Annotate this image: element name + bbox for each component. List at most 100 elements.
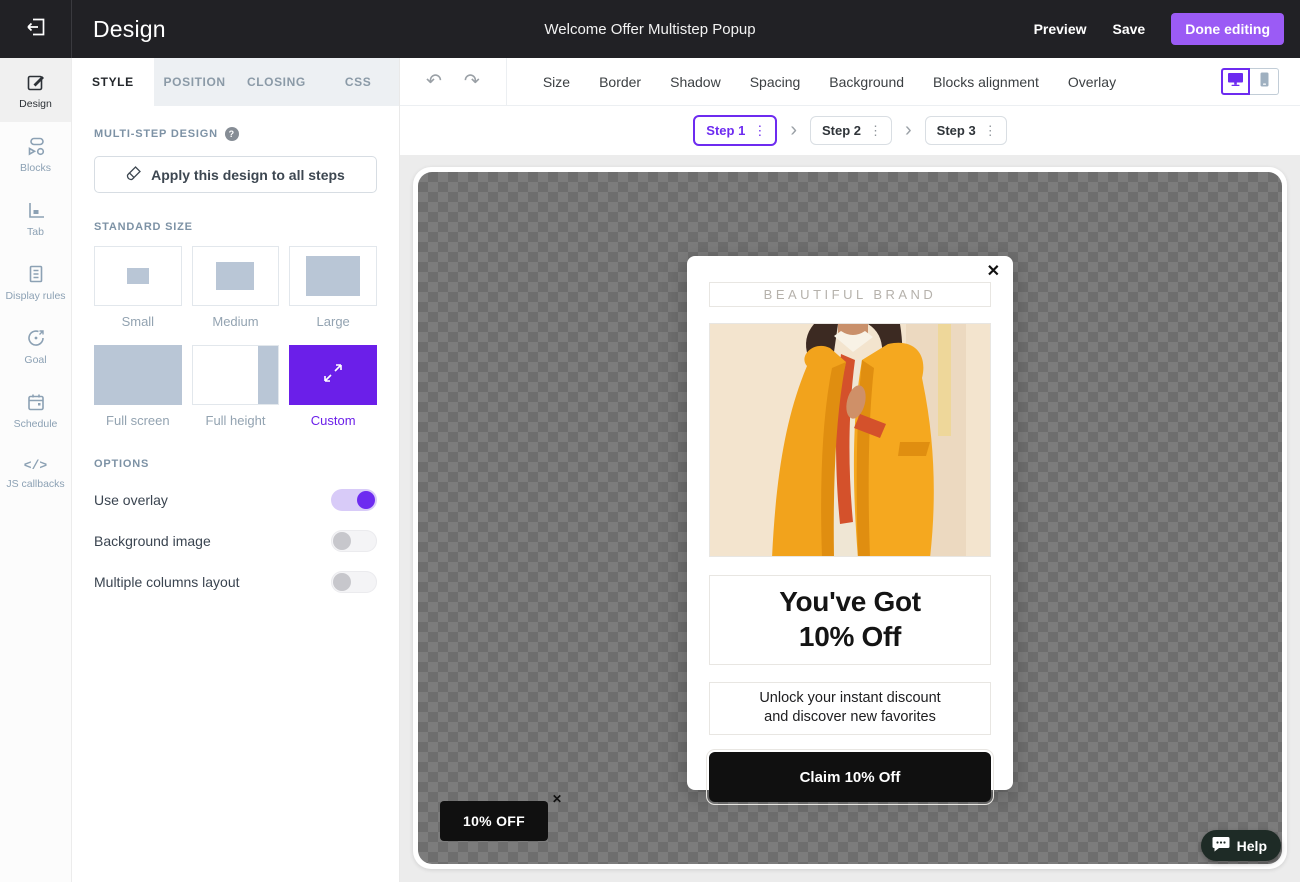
- tab-closing[interactable]: CLOSING: [236, 58, 318, 106]
- model-photo: [710, 324, 990, 556]
- design-settings-panel: STYLE POSITION CLOSING CSS MULTI-STEP DE…: [72, 58, 400, 882]
- sidebar-item-blocks[interactable]: Blocks: [0, 122, 71, 186]
- size-option-label: Full screen: [106, 413, 170, 428]
- sidebar-item-label: Blocks: [20, 161, 51, 174]
- multi-step-design-heading: MULTI-STEP DESIGN ?: [94, 127, 377, 141]
- size-thumbnail: [216, 262, 255, 290]
- sidebar-item-label: Display rules: [5, 289, 66, 302]
- sidebar-item-js-callbacks[interactable]: </> JS callbacks: [0, 442, 71, 506]
- chevron-right-icon: ›: [790, 118, 797, 141]
- menu-item-spacing[interactable]: Spacing: [750, 74, 801, 90]
- sidebar-item-tab[interactable]: Tab: [0, 186, 71, 250]
- code-icon: </>: [23, 458, 48, 473]
- apply-design-label: Apply this design to all steps: [151, 166, 345, 183]
- size-option-label: Small: [121, 314, 155, 329]
- toggle-label: Use overlay: [94, 492, 168, 508]
- menu-item-size[interactable]: Size: [543, 74, 570, 90]
- heading-line: You've Got: [779, 586, 921, 617]
- toolbar-divider: [505, 57, 507, 106]
- step-1-button[interactable]: Step 1 ⋮: [693, 115, 778, 146]
- popup-close-icon[interactable]: ✕: [987, 264, 1000, 280]
- step-3-button[interactable]: Step 3 ⋮: [924, 116, 1007, 145]
- sidebar-item-goal[interactable]: Goal: [0, 314, 71, 378]
- help-button[interactable]: Help: [1200, 830, 1281, 861]
- mobile-icon: [1260, 72, 1269, 92]
- step-label: Step 2: [821, 123, 861, 138]
- sidebar-item-design[interactable]: Design: [0, 58, 71, 122]
- toggle-label: Background image: [94, 533, 211, 549]
- popup-subtext-block[interactable]: Unlock your instant discount and discove…: [709, 682, 991, 735]
- toggle-knob: [333, 573, 351, 591]
- size-option-fullscreen[interactable]: Full screen: [94, 345, 182, 428]
- menu-item-background[interactable]: Background: [829, 74, 904, 90]
- size-thumbnail: [94, 345, 182, 405]
- menu-item-shadow[interactable]: Shadow: [670, 74, 721, 90]
- sidebar-item-label: JS callbacks: [6, 478, 65, 490]
- size-option-large[interactable]: Large: [289, 246, 377, 329]
- step-menu-icon[interactable]: ⋮: [984, 124, 997, 137]
- size-thumbnail: [306, 256, 361, 296]
- goal-icon: [25, 327, 47, 349]
- size-thumbnail: [191, 345, 280, 405]
- device-preview-toggle: [1221, 68, 1279, 95]
- popup-image-block[interactable]: [709, 323, 991, 557]
- undo-icon[interactable]: ↶: [426, 72, 442, 91]
- option-row-multiple-columns: Multiple columns layout: [94, 571, 377, 593]
- minimized-tab-widget: 10% OFF ✕: [440, 793, 562, 841]
- help-tooltip-icon[interactable]: ?: [224, 127, 239, 141]
- save-button[interactable]: Save: [1113, 21, 1146, 37]
- brush-icon: [126, 165, 142, 184]
- options-heading: OPTIONS: [94, 458, 377, 470]
- step-2-button[interactable]: Step 2 ⋮: [809, 116, 892, 145]
- multiple-columns-toggle[interactable]: [331, 571, 377, 593]
- exit-editor-button[interactable]: [0, 0, 72, 58]
- mobile-view-button[interactable]: [1250, 68, 1279, 95]
- size-option-label: Full height: [205, 413, 266, 428]
- apply-design-button[interactable]: Apply this design to all steps: [94, 156, 377, 193]
- preview-stage: ✕ BEAUTIFUL BRAND You've Got 10% Off Unl…: [400, 155, 1300, 882]
- design-icon: [25, 71, 47, 93]
- section-heading-text: STANDARD SIZE: [94, 221, 193, 233]
- redo-icon[interactable]: ↷: [464, 72, 480, 91]
- background-image-toggle[interactable]: [331, 530, 377, 552]
- standard-size-heading: STANDARD SIZE: [94, 221, 377, 233]
- size-option-custom[interactable]: Custom: [289, 345, 377, 428]
- size-option-label: Large: [316, 314, 350, 329]
- use-overlay-toggle[interactable]: [331, 489, 377, 511]
- display-rules-icon: [25, 263, 47, 285]
- step-menu-icon[interactable]: ⋮: [869, 124, 882, 137]
- desktop-view-button[interactable]: [1221, 68, 1250, 95]
- panel-tab-bar: STYLE POSITION CLOSING CSS: [72, 58, 399, 106]
- section-heading-text: MULTI-STEP DESIGN: [94, 128, 218, 140]
- sidebar-item-display-rules[interactable]: Display rules: [0, 250, 71, 314]
- sidebar-item-label: Goal: [24, 353, 47, 366]
- popup-preview[interactable]: ✕ BEAUTIFUL BRAND You've Got 10% Off Unl…: [687, 256, 1013, 805]
- size-option-fullheight[interactable]: Full height: [191, 345, 280, 428]
- size-option-small[interactable]: Small: [94, 246, 182, 329]
- chevron-right-icon: ›: [905, 118, 912, 141]
- menu-item-overlay[interactable]: Overlay: [1068, 74, 1116, 90]
- popup-heading-block[interactable]: You've Got 10% Off: [709, 575, 991, 665]
- preview-button[interactable]: Preview: [1034, 21, 1087, 37]
- step-menu-icon[interactable]: ⋮: [753, 124, 766, 137]
- menu-item-border[interactable]: Border: [599, 74, 641, 90]
- menu-item-blocks-alignment[interactable]: Blocks alignment: [933, 74, 1039, 90]
- minimized-tab-close-icon[interactable]: ✕: [552, 793, 562, 805]
- brand-text-block[interactable]: BEAUTIFUL BRAND: [709, 282, 991, 307]
- popup-cta-button[interactable]: Claim 10% Off: [706, 749, 994, 805]
- tab-css[interactable]: CSS: [317, 58, 399, 106]
- chat-icon: [1212, 836, 1230, 855]
- help-label: Help: [1236, 837, 1267, 854]
- steps-navigation: Step 1 ⋮ › Step 2 ⋮ › Step 3 ⋮: [400, 106, 1300, 155]
- tab-style[interactable]: STYLE: [72, 58, 154, 106]
- resize-arrows-icon: [320, 360, 346, 391]
- done-editing-button[interactable]: Done editing: [1171, 13, 1284, 45]
- tab-position[interactable]: POSITION: [154, 58, 236, 106]
- sidebar-item-schedule[interactable]: Schedule: [0, 378, 71, 442]
- history-controls: ↶ ↷: [400, 72, 480, 91]
- size-option-medium[interactable]: Medium: [191, 246, 280, 329]
- minimized-tab-button[interactable]: 10% OFF: [440, 801, 548, 841]
- sidebar-item-label: Design: [19, 97, 52, 110]
- sidebar-item-label: Schedule: [13, 417, 58, 430]
- canvas-toolbar: ↶ ↷ Size Border Shadow Spacing Backgroun…: [400, 57, 1300, 106]
